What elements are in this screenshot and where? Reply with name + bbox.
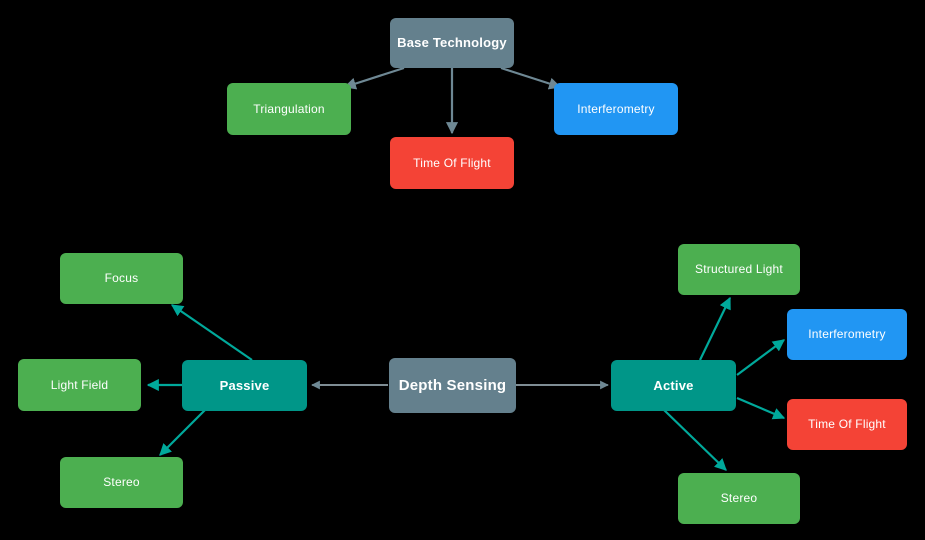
- node-time-of-flight-top[interactable]: Time Of Flight: [390, 137, 514, 189]
- node-base-technology[interactable]: Base Technology: [390, 18, 514, 68]
- node-interferometry-top[interactable]: Interferometry: [554, 83, 678, 135]
- edge-passive-to-stereo: [159, 409, 206, 456]
- edge-base-technology-to-triangulation: [343, 66, 405, 90]
- edge-passive-to-focus: [171, 304, 253, 361]
- node-light-field[interactable]: Light Field: [18, 359, 141, 411]
- diagram-canvas: Base Technology Triangulation Time Of Fl…: [0, 0, 925, 540]
- node-time-of-flight-right[interactable]: Time Of Flight: [787, 399, 907, 450]
- node-label: Interferometry: [808, 327, 886, 342]
- edge-active-to-stereo: [663, 409, 727, 471]
- node-passive[interactable]: Passive: [182, 360, 307, 411]
- edge-active-to-structured-light: [699, 296, 731, 361]
- node-label: Time Of Flight: [413, 155, 491, 170]
- node-triangulation[interactable]: Triangulation: [227, 83, 351, 135]
- node-label: Light Field: [50, 377, 109, 392]
- node-structured-light[interactable]: Structured Light: [678, 244, 800, 295]
- edge-active-to-interferometry: [736, 339, 785, 376]
- node-interferometry-right[interactable]: Interferometry: [787, 309, 907, 360]
- node-label: Focus: [104, 271, 139, 286]
- edge-active-to-time-of-flight: [736, 396, 786, 420]
- node-active[interactable]: Active: [611, 360, 736, 411]
- node-label: Stereo: [103, 475, 140, 490]
- node-label: Time Of Flight: [808, 417, 886, 432]
- node-label: Passive: [219, 377, 270, 393]
- node-focus[interactable]: Focus: [60, 253, 183, 304]
- node-label: Base Technology: [397, 35, 507, 51]
- node-label: Stereo: [720, 491, 758, 506]
- edge-base-technology-to-interferometry: [500, 66, 562, 90]
- node-label: Interferometry: [577, 101, 655, 116]
- node-label: Structured Light: [695, 262, 783, 277]
- node-depth-sensing[interactable]: Depth Sensing: [389, 358, 516, 413]
- node-label: Depth Sensing: [398, 376, 507, 394]
- node-stereo-right[interactable]: Stereo: [678, 473, 800, 524]
- node-label: Active: [653, 377, 694, 393]
- node-label: Triangulation: [253, 101, 325, 116]
- node-stereo-left[interactable]: Stereo: [60, 457, 183, 508]
